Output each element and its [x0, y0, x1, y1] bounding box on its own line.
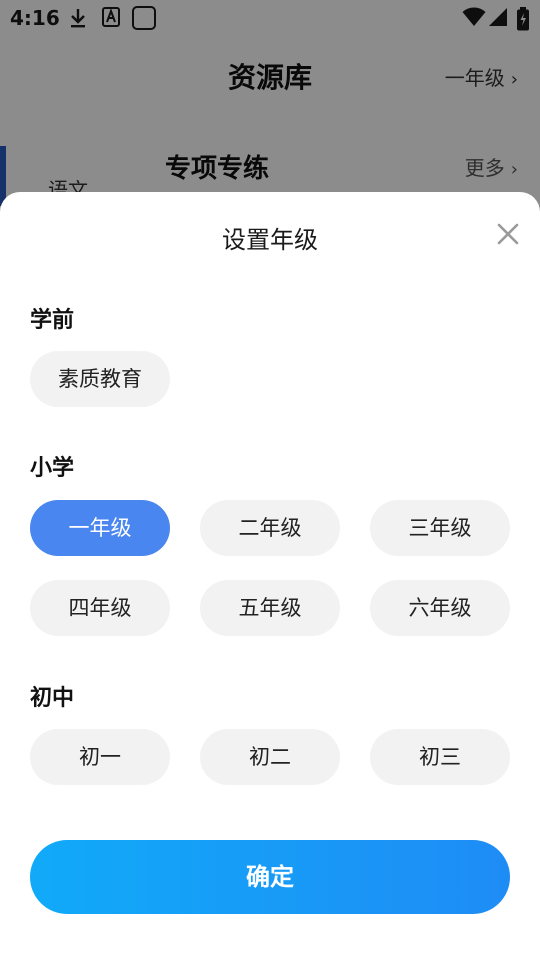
group-label-primary: 小学 — [30, 456, 75, 481]
grade-option-junior-3[interactable]: 初三 — [370, 729, 510, 785]
grade-option-grade-2[interactable]: 二年级 — [200, 500, 340, 556]
confirm-button[interactable]: 确定 — [30, 840, 510, 914]
sheet-title: 设置年级 — [222, 226, 318, 254]
group-label-preschool: 学前 — [30, 308, 75, 333]
set-grade-sheet: 设置年级 学前 素质教育 小学 一年级 二年级 三年级 四年级 五年级 六年级 … — [0, 192, 540, 960]
grade-option-grade-5[interactable]: 五年级 — [200, 580, 340, 636]
grade-option-junior-1[interactable]: 初一 — [30, 729, 170, 785]
grade-option-quality-education[interactable]: 素质教育 — [30, 351, 170, 407]
group-label-junior-high: 初中 — [30, 686, 75, 711]
close-button[interactable] — [494, 220, 522, 248]
screen: 4:16 资源库 一年级 › 语文 专项专练 更多 › 设置年级 学前 素质教育… — [0, 0, 540, 960]
grade-option-grade-3[interactable]: 三年级 — [370, 500, 510, 556]
grade-option-grade-1[interactable]: 一年级 — [30, 500, 170, 556]
close-icon — [497, 223, 519, 245]
grade-option-grade-6[interactable]: 六年级 — [370, 580, 510, 636]
grade-option-junior-2[interactable]: 初二 — [200, 729, 340, 785]
grade-option-grade-4[interactable]: 四年级 — [30, 580, 170, 636]
